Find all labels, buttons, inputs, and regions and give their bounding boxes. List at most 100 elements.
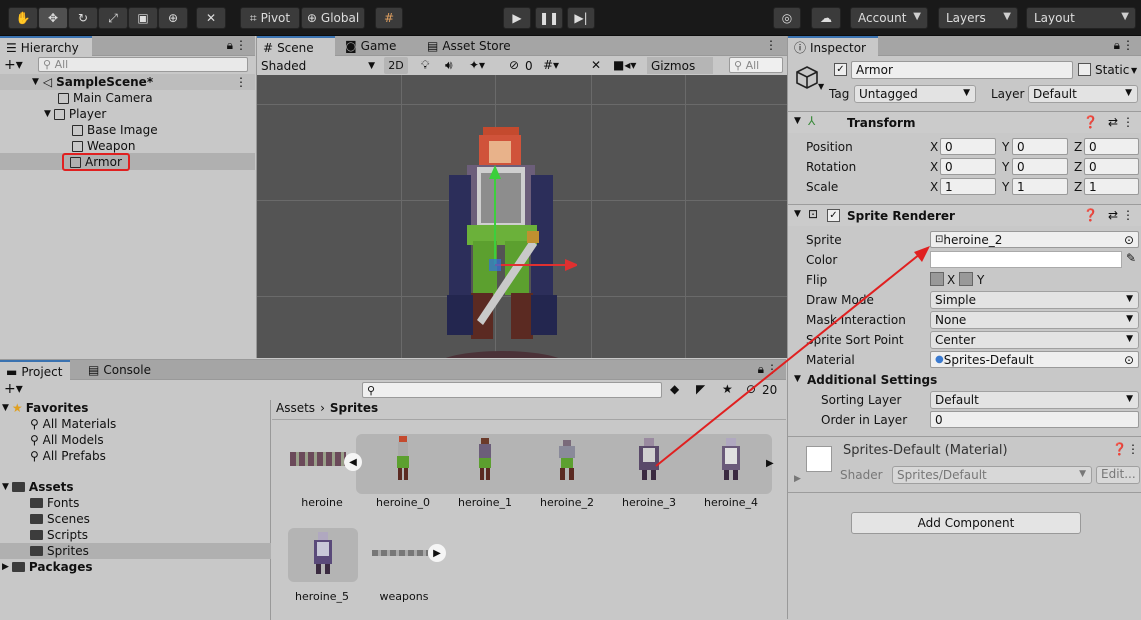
flip-x-checkbox[interactable]: [930, 272, 944, 286]
shading-mode-dropdown[interactable]: Shaded ▼: [261, 57, 377, 74]
more-menu-icon[interactable]: ⋮: [765, 38, 777, 52]
chevron-down-icon[interactable]: ▼: [1131, 66, 1137, 75]
tools-icon[interactable]: ✕: [591, 58, 601, 72]
mode-2d-toggle[interactable]: 2D: [384, 57, 408, 74]
scale-tool-button[interactable]: ⤢: [98, 7, 128, 29]
step-button[interactable]: ▶|: [567, 7, 595, 29]
preset-icon[interactable]: ⇄: [1108, 115, 1118, 129]
sprite-thumbnail-heroine-1[interactable]: [468, 436, 502, 482]
hierarchy-item-base-image[interactable]: Base Image: [72, 122, 158, 138]
more-menu-icon[interactable]: ⋮: [1122, 208, 1134, 222]
sprite-thumbnail-heroine-3[interactable]: [632, 436, 666, 482]
chevron-down-icon[interactable]: ▼: [818, 82, 824, 91]
draw-mode-dropdown[interactable]: Simple ▼: [930, 291, 1139, 309]
assets-row[interactable]: ▼ Assets: [2, 479, 74, 495]
collapse-icon[interactable]: ◀: [344, 453, 362, 471]
transform-header[interactable]: ▼ ⅄ Transform ❓ ⇄ ⋮: [788, 111, 1141, 133]
tab-project[interactable]: ▬ Project: [0, 360, 70, 381]
hidden-objects-icon[interactable]: ⊘: [509, 58, 519, 72]
pause-button[interactable]: ❚❚: [535, 7, 563, 29]
preset-icon[interactable]: ⇄: [1108, 208, 1118, 222]
active-checkbox[interactable]: ✓: [834, 63, 847, 76]
favorite-item[interactable]: ⚲ All Materials: [30, 416, 116, 432]
sprite-thumbnail-heroine-4[interactable]: [714, 436, 748, 482]
tab-game[interactable]: ◙ Game: [339, 36, 402, 56]
packages-row[interactable]: ▶ Packages: [2, 559, 93, 575]
add-component-button[interactable]: Add Component: [851, 512, 1081, 534]
position-y-field[interactable]: 0: [1012, 138, 1068, 155]
sprite-thumbnail-heroine-2[interactable]: [550, 436, 584, 482]
add-icon[interactable]: +▾: [4, 57, 23, 73]
pivot-button[interactable]: ⌗ Pivot: [240, 7, 300, 29]
sprite-thumbnail-heroine-5[interactable]: [306, 530, 340, 576]
tag-dropdown[interactable]: Untagged ▼: [854, 85, 976, 103]
more-menu-icon[interactable]: ⋮: [235, 38, 247, 52]
global-button[interactable]: ⊕ Global: [301, 7, 365, 29]
transform-tool-button[interactable]: ⊕: [158, 7, 188, 29]
filter-type-icon[interactable]: ◆: [670, 382, 679, 396]
hidden-packages-icon[interactable]: ⊘: [746, 382, 756, 396]
more-menu-icon[interactable]: ⋮: [1122, 38, 1134, 52]
sprite-sheet-thumbnail[interactable]: [290, 452, 346, 466]
tab-scene[interactable]: # Scene: [257, 36, 335, 57]
color-swatch[interactable]: [930, 251, 1122, 268]
layer-dropdown[interactable]: Default ▼: [1028, 85, 1138, 103]
additional-settings-label[interactable]: Additional Settings: [807, 373, 937, 387]
layers-dropdown[interactable]: Layers ▼: [938, 7, 1018, 29]
scene-viewport[interactable]: [257, 75, 787, 358]
hierarchy-item-player[interactable]: ▼ Player: [44, 106, 106, 122]
lighting-icon[interactable]: 💡︎: [421, 58, 429, 73]
object-picker-icon[interactable]: ⊙: [1124, 233, 1134, 247]
label-icon[interactable]: ◤: [696, 382, 705, 396]
heroine-sprite[interactable]: [427, 125, 577, 358]
grid-toggle-icon[interactable]: #▾: [543, 58, 559, 72]
breadcrumb-root[interactable]: Assets: [276, 401, 315, 415]
lock-icon[interactable]: 🔒︎: [1114, 38, 1120, 53]
tab-hierarchy[interactable]: ☰ Hierarchy: [0, 36, 92, 57]
rect-tool-button[interactable]: ▣: [128, 7, 158, 29]
folder-item-sprites[interactable]: Sprites: [30, 543, 89, 559]
folder-item-fonts[interactable]: Fonts: [30, 495, 79, 511]
hierarchy-item-armor[interactable]: Armor: [62, 153, 130, 171]
favorite-item[interactable]: ⚲ All Prefabs: [30, 448, 106, 464]
sorting-layer-dropdown[interactable]: Default ▼: [930, 391, 1139, 409]
grid-snap-button[interactable]: #: [375, 7, 403, 29]
rotation-z-field[interactable]: 0: [1084, 158, 1139, 175]
project-search-input[interactable]: ⚲: [362, 382, 662, 398]
more-menu-icon[interactable]: ⋮: [1122, 115, 1134, 129]
tab-console[interactable]: ▤ Console: [82, 360, 157, 380]
star-icon[interactable]: ★: [722, 382, 733, 396]
eyedropper-icon[interactable]: ✎: [1126, 251, 1136, 265]
add-icon[interactable]: +▾: [4, 381, 23, 397]
order-in-layer-field[interactable]: 0: [930, 411, 1139, 428]
account-dropdown[interactable]: Account ▼: [850, 7, 928, 29]
object-picker-icon[interactable]: ⊙: [1124, 353, 1134, 367]
scale-y-field[interactable]: 1: [1012, 178, 1068, 195]
layout-dropdown[interactable]: Layout ▼: [1026, 7, 1136, 29]
expand-arrow-icon[interactable]: ▶: [794, 474, 801, 484]
scene-row[interactable]: ▼ ◁ SampleScene* ⋮: [0, 74, 255, 90]
more-menu-icon[interactable]: ⋮: [1127, 442, 1139, 456]
weapons-sheet-thumbnail[interactable]: [372, 550, 428, 556]
custom-tool-button[interactable]: ✕: [196, 7, 226, 29]
mask-interaction-dropdown[interactable]: None ▼: [930, 311, 1139, 329]
play-button[interactable]: ▶: [503, 7, 531, 29]
lock-icon[interactable]: 🔒︎: [758, 362, 764, 377]
help-icon[interactable]: ❓: [1083, 208, 1098, 222]
tab-inspector[interactable]: ⓘ Inspector: [788, 36, 878, 57]
hand-tool-button[interactable]: ✋: [8, 7, 38, 29]
lock-icon[interactable]: 🔒︎: [227, 38, 233, 53]
cloud-button[interactable]: ☁: [811, 7, 841, 29]
scene-search-input[interactable]: ⚲ All: [729, 57, 783, 73]
rotate-tool-button[interactable]: ↻: [68, 7, 98, 29]
sort-point-dropdown[interactable]: Center ▼: [930, 331, 1139, 349]
more-menu-icon[interactable]: ⋮: [766, 362, 778, 376]
favorites-row[interactable]: ▼ ★ Favorites: [2, 400, 88, 416]
material-field[interactable]: ● Sprites-Default ⊙: [930, 351, 1139, 368]
expand-icon[interactable]: ▶: [428, 544, 446, 562]
scale-z-field[interactable]: 1: [1084, 178, 1139, 195]
effects-icon[interactable]: ✦▾: [469, 58, 485, 72]
sprite-renderer-header[interactable]: ▼ ⊡ ✓ Sprite Renderer ❓ ⇄ ⋮: [788, 204, 1141, 226]
move-tool-button[interactable]: ✥: [38, 7, 68, 29]
rotation-y-field[interactable]: 0: [1012, 158, 1068, 175]
